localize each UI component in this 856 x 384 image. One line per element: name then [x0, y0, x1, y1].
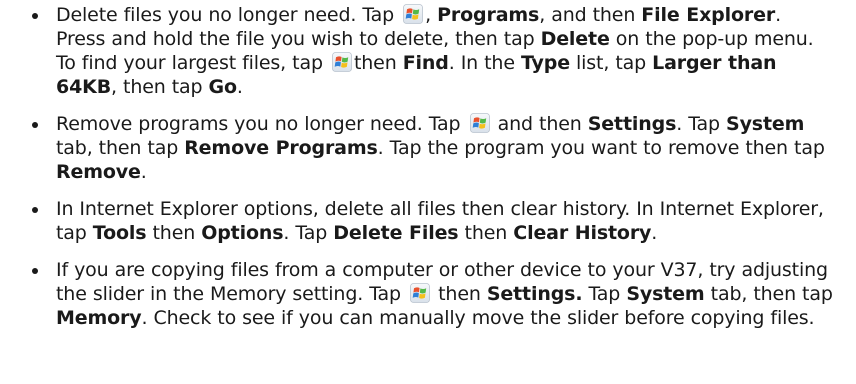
bold-term: Settings: [587, 113, 677, 135]
text-run: . In the: [448, 52, 521, 74]
bold-term: Type: [520, 52, 570, 74]
bold-term: File Explorer: [641, 4, 776, 26]
bullet-item: Delete files you no longer need. Tap , P…: [0, 0, 856, 99]
bold-term: Find: [402, 52, 449, 74]
text-run: .: [651, 222, 658, 244]
windows-start-icon: [403, 4, 424, 24]
text-run: tab, then tap: [704, 283, 833, 305]
instructions-document: Delete files you no longer need. Tap , P…: [0, 0, 856, 330]
bold-term: Options: [201, 222, 284, 244]
text-run: then: [458, 222, 514, 244]
text-run: tab, then tap: [56, 137, 185, 159]
text-run: , and then: [539, 4, 642, 26]
bold-term: Delete Files: [333, 222, 459, 244]
bullet-item: In Internet Explorer options, delete all…: [0, 197, 856, 245]
text-run: . Tap: [283, 222, 334, 244]
text-run: .: [140, 161, 147, 183]
text-run: .: [236, 76, 243, 98]
bold-term: Delete: [540, 28, 610, 50]
text-run: and then: [491, 113, 588, 135]
text-run: ,: [425, 4, 438, 26]
text-run: . Check to see if you can manually move …: [141, 307, 815, 329]
text-run: then: [146, 222, 202, 244]
text-run: then: [432, 283, 487, 305]
text-run: . Tap: [676, 113, 727, 135]
text-run: list, tap: [569, 52, 653, 74]
bullet-item: If you are copying files from a computer…: [0, 258, 856, 330]
bold-term: Go: [208, 76, 238, 98]
bold-term: Remove: [56, 161, 141, 183]
bold-term: System: [626, 283, 705, 305]
bold-term: Programs: [437, 4, 540, 26]
windows-start-icon: [469, 113, 490, 133]
bold-term: Memory: [56, 307, 142, 329]
bold-term: Clear History: [513, 222, 652, 244]
windows-start-icon: [332, 52, 352, 72]
bullet-item: Remove programs you no longer need. Tap …: [0, 112, 856, 184]
bold-term: System: [726, 113, 805, 135]
bold-term: Tools: [92, 222, 147, 244]
text-run: then: [353, 52, 403, 74]
bold-term: Remove Programs: [184, 137, 378, 159]
windows-start-icon: [410, 283, 430, 303]
text-run: Tap: [582, 283, 627, 305]
text-run: , then tap: [111, 76, 209, 98]
text-run: Remove programs you no longer need. Tap: [56, 113, 467, 135]
bold-term: Settings.: [486, 283, 583, 305]
text-run: . Tap the program you want to remove the…: [377, 137, 825, 159]
text-run: Delete files you no longer need. Tap: [56, 4, 401, 26]
